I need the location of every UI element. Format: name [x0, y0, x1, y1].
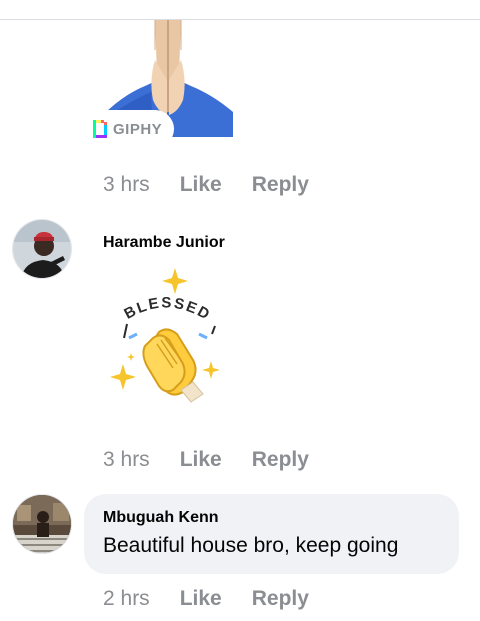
comment-actions-2: 3 hrs Like Reply	[103, 446, 309, 474]
top-divider	[0, 19, 480, 20]
blessed-praying-hands-icon: BLESSED	[110, 268, 220, 403]
avatar[interactable]	[12, 494, 72, 554]
reply-button[interactable]: Reply	[252, 448, 309, 472]
giphy-label: GIPHY	[113, 120, 163, 138]
like-button[interactable]: Like	[180, 448, 222, 472]
giphy-attribution[interactable]: GIPHY	[85, 110, 175, 148]
avatar[interactable]	[12, 219, 72, 279]
giphy-logo-icon	[93, 120, 107, 138]
avatar-photo	[13, 495, 71, 553]
comment-author-name[interactable]: Mbuguah Kenn	[103, 509, 219, 527]
svg-text:BLESSED: BLESSED	[121, 294, 214, 324]
avatar-photo	[13, 220, 71, 278]
blessed-sticker[interactable]: BLESSED	[107, 268, 227, 410]
comment-author-name[interactable]: Harambe Junior	[103, 234, 225, 252]
comment-actions-3: 2 hrs Like Reply	[103, 585, 309, 613]
comment-bubble[interactable]: Mbuguah Kenn Beautiful house bro, keep g…	[84, 494, 459, 574]
comment-time[interactable]: 3 hrs	[103, 173, 150, 197]
comment-time[interactable]: 2 hrs	[103, 587, 150, 611]
comment-actions-1: 3 hrs Like Reply	[103, 171, 309, 199]
reply-button[interactable]: Reply	[252, 173, 309, 197]
comment-text: Beautiful house bro, keep going	[103, 534, 399, 557]
like-button[interactable]: Like	[180, 587, 222, 611]
sticker-text: BLESSED	[121, 294, 212, 324]
like-button[interactable]: Like	[180, 173, 222, 197]
comment-time[interactable]: 3 hrs	[103, 448, 150, 472]
reply-button[interactable]: Reply	[252, 587, 309, 611]
